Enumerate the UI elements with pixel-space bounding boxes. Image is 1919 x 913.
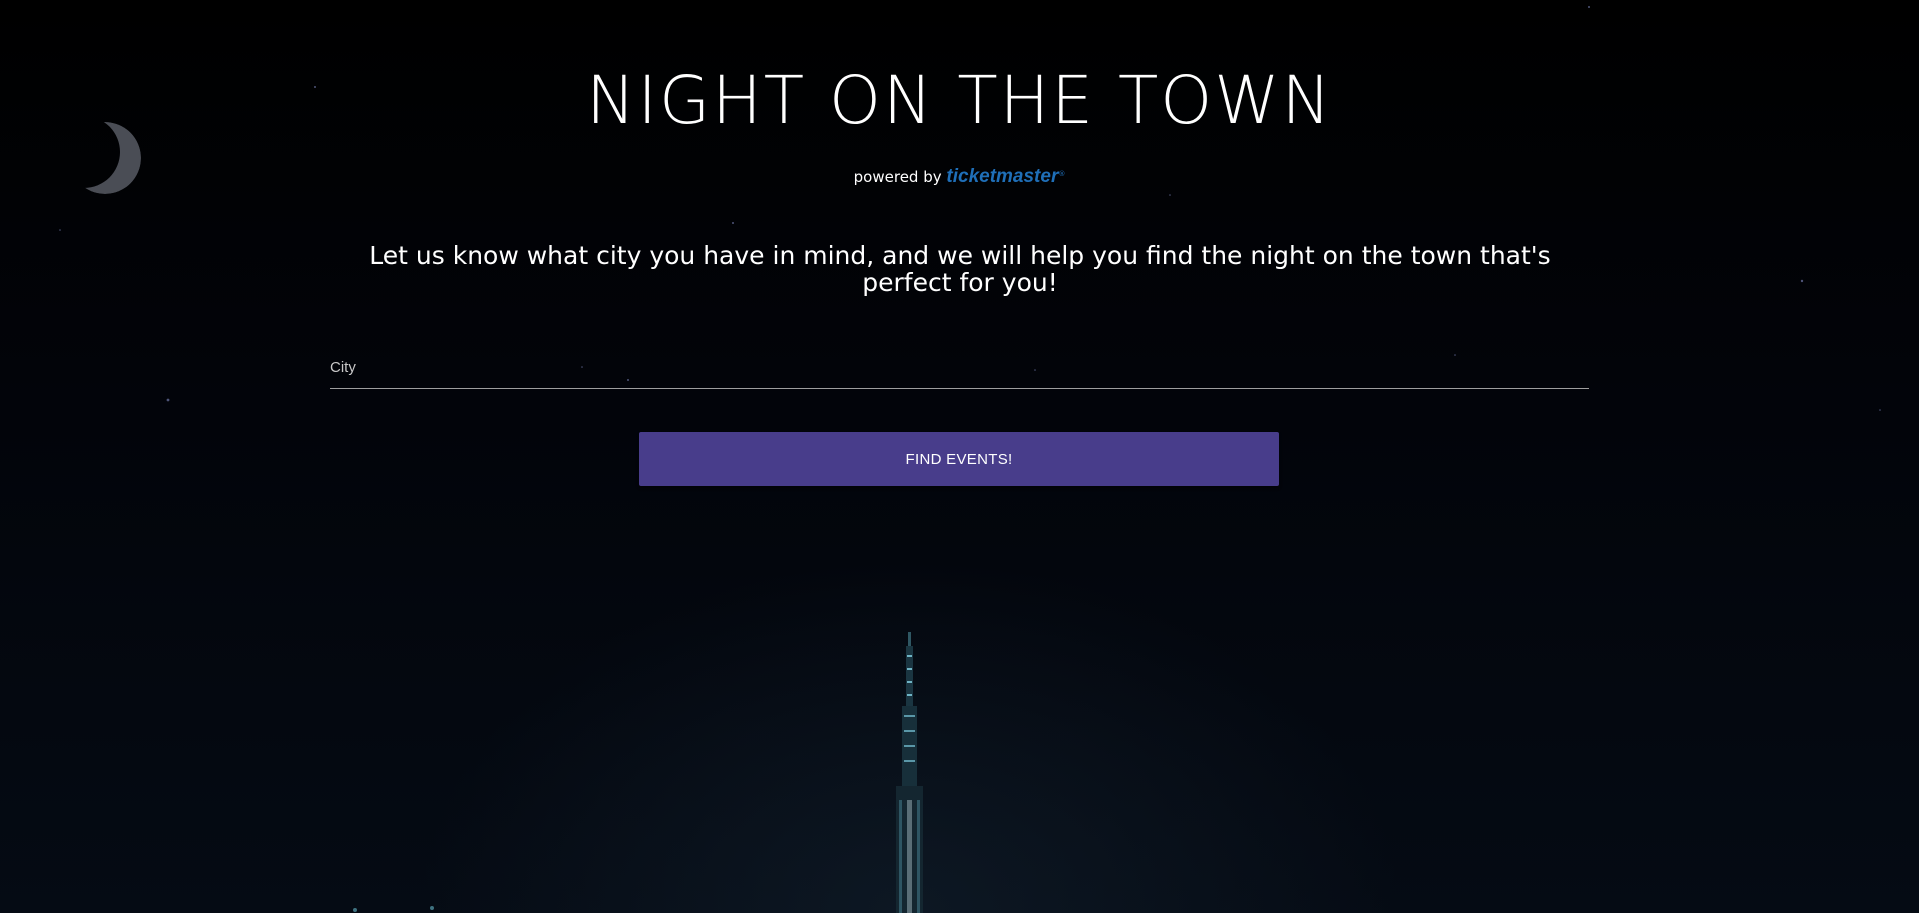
- skyscraper-spire: [353, 632, 923, 913]
- city-input[interactable]: [330, 348, 1589, 386]
- registered-mark-icon: ®: [1058, 170, 1066, 178]
- city-field: [330, 348, 1589, 389]
- ticketmaster-logo: ticketmaster: [946, 166, 1059, 187]
- find-events-button[interactable]: FIND EVENTS!: [639, 432, 1279, 486]
- page-title: NIGHT ON THE TOWN: [586, 62, 1333, 139]
- powered-by-line: powered by ticketmaster®: [0, 162, 1919, 189]
- powered-by-label: powered by: [853, 168, 942, 186]
- intro-tagline: Let us know what city you have in mind, …: [369, 241, 1551, 297]
